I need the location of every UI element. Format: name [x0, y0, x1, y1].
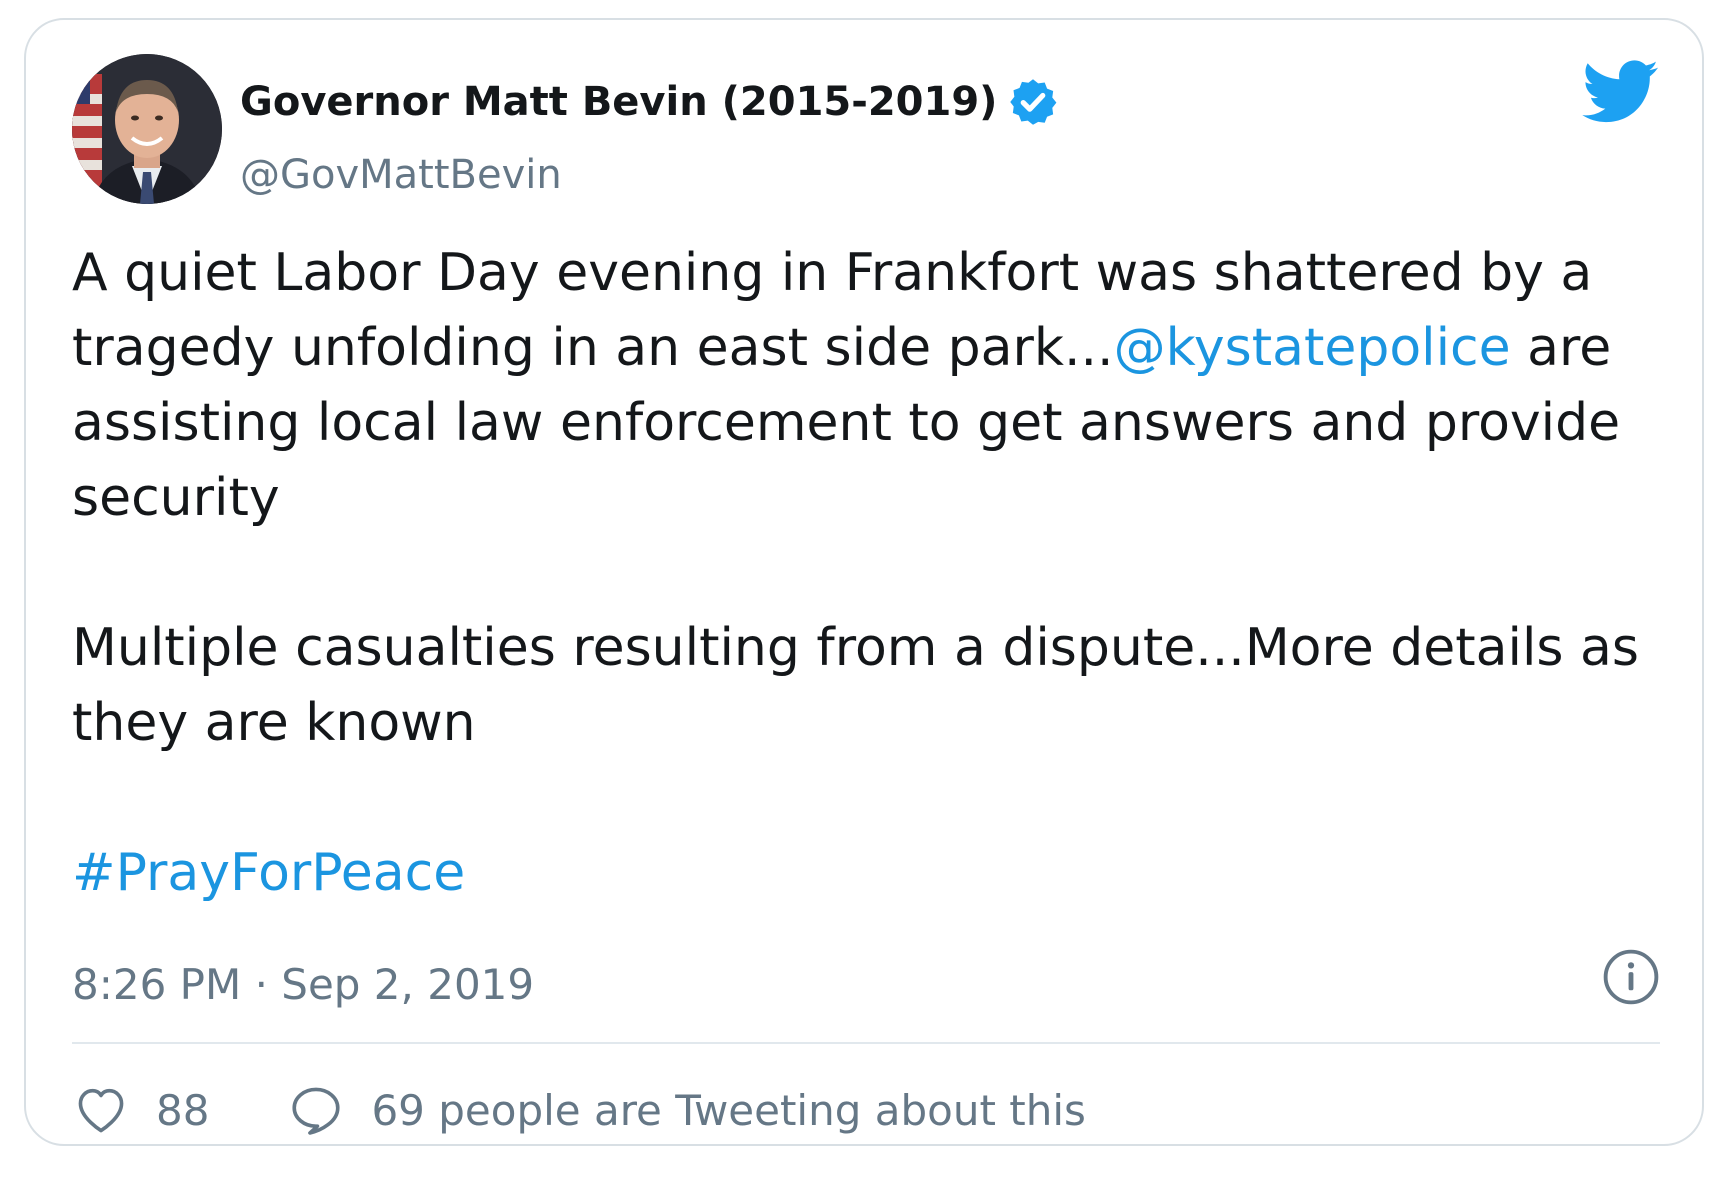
- tweet-text-segment: are: [1510, 318, 1612, 378]
- tweet-line: they are known: [72, 693, 476, 753]
- reply-bubble-icon[interactable]: [287, 1081, 345, 1139]
- verified-badge-icon: [1007, 76, 1059, 128]
- avatar[interactable]: [72, 54, 222, 204]
- tweet-line: assisting local law enforcement to get a…: [72, 393, 1621, 453]
- tweet-line: Multiple casualties resulting from a dis…: [72, 618, 1639, 678]
- author-name[interactable]: Governor Matt Bevin (2015-2019): [240, 76, 1059, 128]
- tweet-line: security: [72, 468, 280, 528]
- like-count: 88: [156, 1085, 210, 1135]
- like-button[interactable]: 88: [72, 1081, 209, 1139]
- reply-count-text[interactable]: 69 people are Tweeting about this: [371, 1086, 1085, 1135]
- tweet-timestamp[interactable]: 8:26 PM · Sep 2, 2019: [72, 960, 534, 1009]
- info-icon[interactable]: [1602, 948, 1660, 1006]
- tweet-text-segment: tragedy unfolding in an east side park..…: [72, 318, 1114, 378]
- twitter-bird-icon[interactable]: [1582, 60, 1660, 124]
- tweet-line: tragedy unfolding in an east side park..…: [72, 311, 1672, 386]
- author-handle[interactable]: @GovMattBevin: [240, 152, 562, 198]
- author-name-text[interactable]: Governor Matt Bevin (2015-2019): [240, 79, 997, 125]
- hashtag-link[interactable]: #PrayForPeace: [72, 836, 1672, 911]
- tweet-line: A quiet Labor Day evening in Frankfort w…: [72, 243, 1593, 303]
- tweet-card: Governor Matt Bevin (2015-2019) @GovMatt…: [24, 18, 1704, 1146]
- divider: [72, 1042, 1660, 1044]
- action-bar: 88 69 people are Tweeting about this: [72, 1070, 1086, 1150]
- tweet-text: A quiet Labor Day evening in Frankfort w…: [72, 236, 1672, 911]
- reply-button[interactable]: 69 people are Tweeting about this: [287, 1081, 1086, 1139]
- heart-icon[interactable]: [72, 1081, 130, 1139]
- avatar-photo: [72, 54, 222, 204]
- mention-link[interactable]: @kystatepolice: [1114, 318, 1511, 378]
